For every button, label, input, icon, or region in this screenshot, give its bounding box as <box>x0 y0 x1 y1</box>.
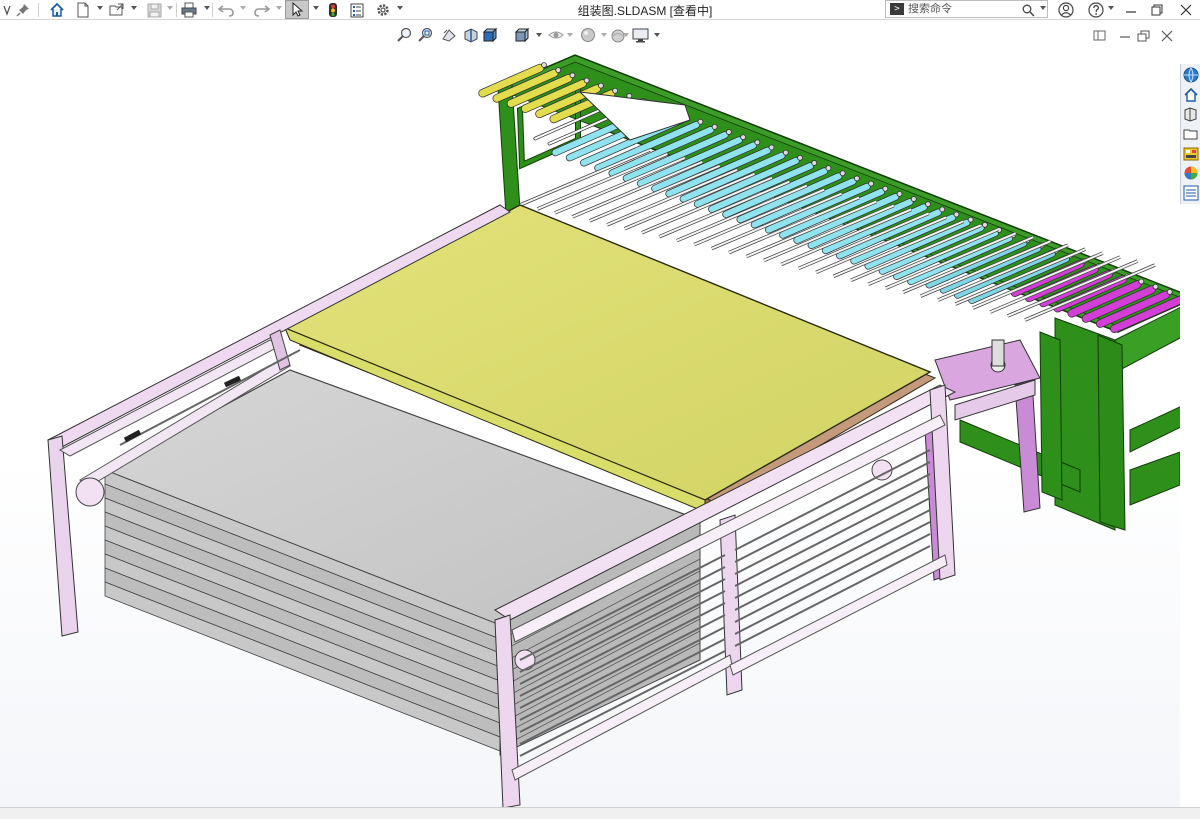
sprocket <box>697 118 704 125</box>
sprocket <box>768 144 775 151</box>
sprocket <box>797 154 803 161</box>
save-icon[interactable] <box>145 1 163 19</box>
command-prompt-icon: > <box>890 3 904 15</box>
display-style-icon[interactable] <box>514 27 530 43</box>
sprocket <box>597 82 604 89</box>
file-explorer-icon[interactable] <box>1183 106 1199 122</box>
view-settings-icon[interactable] <box>632 27 649 43</box>
minimize-icon[interactable] <box>1120 1 1142 19</box>
close-icon[interactable] <box>1175 1 1197 19</box>
appearances-icon[interactable] <box>1183 146 1199 162</box>
sprocket <box>882 185 889 192</box>
model-close-icon[interactable] <box>1160 30 1174 42</box>
open-dropdown-caret[interactable] <box>131 6 137 10</box>
search-icon[interactable] <box>1020 1 1036 19</box>
custom-properties-icon[interactable] <box>1183 165 1199 181</box>
status-bar <box>0 807 1200 819</box>
select-dropdown-caret[interactable] <box>313 6 319 10</box>
sprocket <box>853 175 860 182</box>
sprocket <box>725 129 732 135</box>
help-icon[interactable] <box>1087 1 1105 19</box>
sprocket <box>967 216 974 223</box>
sprocket <box>740 134 747 141</box>
document-title: 组装图.SLDASM [查看中] <box>577 4 713 18</box>
sprocket <box>825 165 832 172</box>
sprocket <box>896 190 903 197</box>
sprocket <box>839 170 846 177</box>
edit-appearance-icon[interactable] <box>580 27 596 43</box>
model-restore-icon[interactable] <box>1137 30 1151 42</box>
model-minimize-icon[interactable] <box>1118 30 1132 42</box>
redo-dropdown-caret[interactable] <box>276 6 282 10</box>
zoom-to-area-icon[interactable] <box>418 27 434 43</box>
sprocket <box>541 62 547 68</box>
view-settings-dropdown-caret[interactable] <box>654 33 660 37</box>
file-properties-icon[interactable] <box>348 1 366 19</box>
undo-dropdown-caret[interactable] <box>240 6 246 10</box>
assembly-model[interactable] <box>0 21 1180 807</box>
sprocket <box>981 221 988 228</box>
zoom-to-fit-icon[interactable] <box>397 27 413 43</box>
select-icon[interactable] <box>285 0 309 19</box>
title-toolbar-bar: 组装图.SLDASM [查看中] > <box>0 0 1200 20</box>
partial-icon <box>0 1 14 19</box>
search-input[interactable] <box>908 3 1018 15</box>
sprocket <box>711 123 718 130</box>
task-pane <box>1180 64 1200 204</box>
sprocket <box>569 72 576 79</box>
hide-show-items-icon[interactable] <box>548 27 564 43</box>
section-view-icon[interactable] <box>463 27 479 43</box>
user-account-icon[interactable] <box>1057 1 1075 19</box>
sprocket <box>782 149 789 156</box>
sprocket <box>555 67 562 74</box>
toolbar-separator <box>212 3 213 17</box>
previous-view-icon[interactable] <box>441 27 457 43</box>
new-document-icon[interactable] <box>74 1 92 19</box>
sprocket <box>583 77 590 84</box>
sprocket <box>1152 283 1159 290</box>
print-dropdown-caret[interactable] <box>204 6 210 10</box>
sprocket <box>811 160 818 166</box>
hide-show-dropdown-caret[interactable] <box>567 33 573 37</box>
sprocket <box>1138 278 1145 285</box>
print-icon[interactable] <box>180 1 198 19</box>
new-dropdown-caret[interactable] <box>97 6 103 10</box>
scene-dropdown-caret[interactable] <box>623 33 629 37</box>
sprocket <box>1166 288 1173 295</box>
options-dropdown-caret[interactable] <box>397 6 403 10</box>
save-dropdown-caret[interactable] <box>167 6 173 10</box>
sprocket <box>953 211 960 218</box>
pin-icon[interactable] <box>14 1 32 19</box>
graphics-area[interactable] <box>0 21 1180 807</box>
property-list-icon[interactable] <box>1183 185 1199 201</box>
undo-icon[interactable] <box>217 1 235 19</box>
sprocket <box>939 206 946 213</box>
options-icon[interactable] <box>374 1 392 19</box>
sprocket <box>754 139 761 146</box>
sprocket <box>868 180 875 187</box>
sprocket <box>612 87 619 94</box>
open-icon[interactable] <box>108 1 126 19</box>
rebuild-icon[interactable] <box>325 1 341 19</box>
view-palette-icon[interactable] <box>1183 126 1199 142</box>
redo-icon[interactable] <box>253 1 271 19</box>
toolbar-separator <box>38 3 39 17</box>
help-dropdown-caret[interactable] <box>1108 6 1114 10</box>
toolbar-separator <box>176 3 177 17</box>
appearance-dropdown-caret[interactable] <box>601 33 607 37</box>
search-dropdown-caret[interactable] <box>1040 6 1046 10</box>
restore-icon[interactable] <box>1146 1 1168 19</box>
sprocket <box>925 201 931 208</box>
split-view-icon[interactable] <box>1093 30 1107 42</box>
sprocket <box>910 196 917 202</box>
design-library-icon[interactable] <box>1183 87 1199 103</box>
view-orientation-icon[interactable] <box>482 27 498 43</box>
solidworks-resources-icon[interactable] <box>1183 67 1199 83</box>
home-icon[interactable] <box>48 1 66 19</box>
display-style-dropdown-caret[interactable] <box>536 33 542 37</box>
